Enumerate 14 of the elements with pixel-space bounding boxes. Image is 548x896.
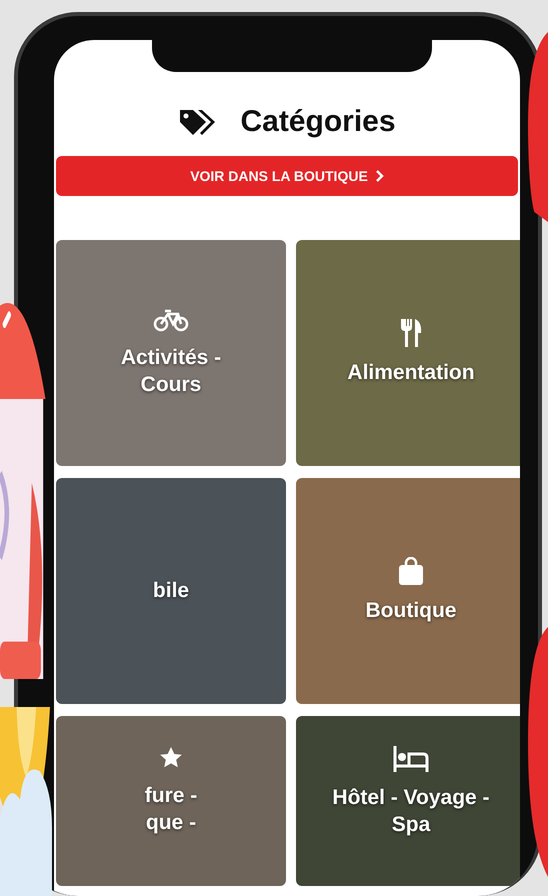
chevron-right-icon [376, 170, 384, 182]
star-icon [159, 746, 183, 770]
page-title: Catégories [240, 105, 396, 139]
category-tile[interactable]: Activités - Cours [56, 240, 286, 466]
fork-knife-icon [399, 319, 423, 348]
bicycle-icon [153, 308, 189, 332]
category-tile[interactable]: Alimentation [296, 240, 520, 466]
category-tile[interactable]: Boutique [296, 478, 520, 704]
category-tile[interactable]: Hôtel - Voyage - Spa [296, 716, 520, 886]
bed-icon [393, 746, 429, 772]
shop-button[interactable]: VOIR DANS LA BOUTIQUE [56, 156, 518, 196]
category-tile[interactable]: fure - que - [56, 716, 286, 886]
category-tile[interactable]: bile [56, 478, 286, 704]
shopping-bag-icon [398, 557, 424, 586]
